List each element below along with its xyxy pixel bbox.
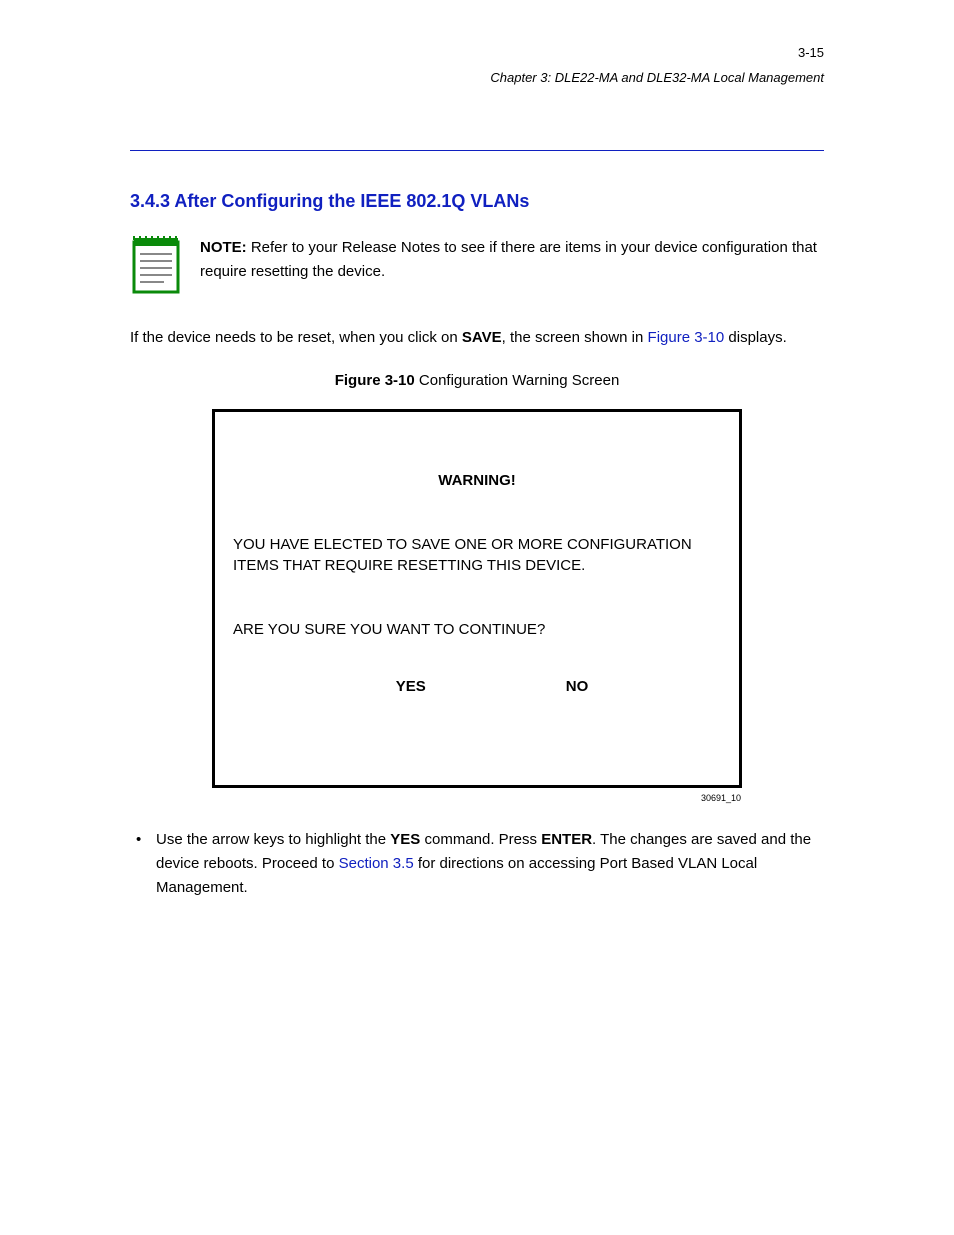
chapter-title: Chapter 3: DLE22-MA and DLE32-MA Local M… <box>490 70 824 85</box>
para1-mid: , the screen shown in <box>502 329 648 346</box>
note-text: NOTE: Refer to your Release Notes to see… <box>200 232 824 284</box>
bullet-section-ref[interactable]: Section 3.5 <box>339 855 414 872</box>
figure-caption: Figure 3-10 Configuration Warning Screen <box>130 372 824 389</box>
bullet-prefix: Use the arrow keys to highlight the <box>156 831 390 848</box>
para1-figure-ref[interactable]: Figure 3-10 <box>648 329 725 346</box>
figure-caption-text: Configuration Warning Screen <box>419 372 619 389</box>
para1-save: SAVE <box>462 329 502 346</box>
warning-title: WARNING! <box>233 472 721 489</box>
no-option: NO <box>566 678 589 695</box>
notepad-icon <box>130 232 182 296</box>
warning-button-row: YES NO <box>233 678 721 695</box>
yes-option: YES <box>396 678 426 695</box>
figure-code: 30691_10 <box>701 793 741 803</box>
instruction-list: Use the arrow keys to highlight the YES … <box>130 828 824 900</box>
note-label: NOTE: <box>200 239 247 256</box>
warning-dialog: WARNING! YOU HAVE ELECTED TO SAVE ONE OR… <box>212 409 742 788</box>
figure-block: Figure 3-10 Configuration Warning Screen… <box>130 372 824 788</box>
warning-message-2: ARE YOU SURE YOU WANT TO CONTINUE? <box>233 621 721 638</box>
para1-suffix: displays. <box>724 329 787 346</box>
page-header: 3-15 Chapter 3: DLE22-MA and DLE32-MA Lo… <box>130 130 824 180</box>
document-page: 3-15 Chapter 3: DLE22-MA and DLE32-MA Lo… <box>0 0 954 900</box>
bullet-mid1: command. Press <box>420 831 541 848</box>
figure-number: Figure 3-10 <box>335 372 415 389</box>
instruction-item: Use the arrow keys to highlight the YES … <box>130 828 824 900</box>
paragraph-1: If the device needs to be reset, when yo… <box>130 326 824 350</box>
warning-message-1: YOU HAVE ELECTED TO SAVE ONE OR MORE CON… <box>233 534 721 576</box>
para1-prefix: If the device needs to be reset, when yo… <box>130 329 462 346</box>
page-number: 3-15 <box>798 45 824 60</box>
section-heading: 3.4.3 After Configuring the IEEE 802.1Q … <box>130 191 824 212</box>
bullet-yes: YES <box>390 831 420 848</box>
bullet-enter: ENTER <box>541 831 592 848</box>
note-body: Refer to your Release Notes to see if th… <box>200 239 817 280</box>
note-block: NOTE: Refer to your Release Notes to see… <box>130 232 824 296</box>
